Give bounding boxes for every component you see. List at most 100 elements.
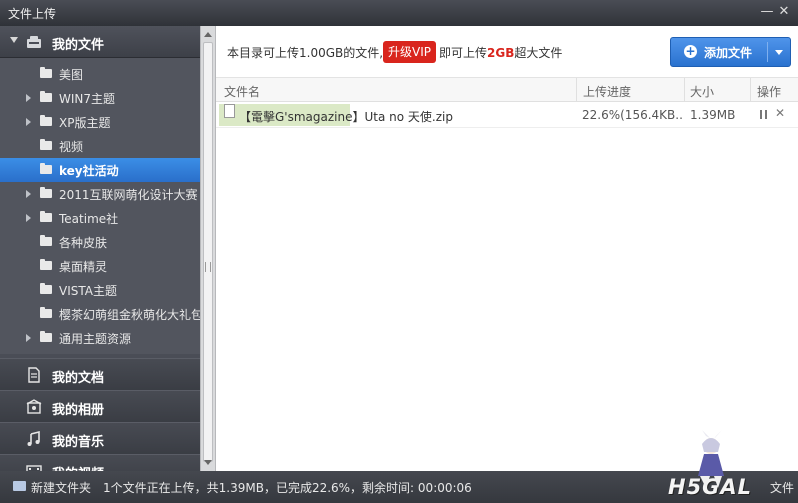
folder-icon	[40, 331, 52, 342]
table-row[interactable]: 【電擊G'smagazine】Uta no 天使.zip 22.6%(156.4…	[216, 102, 798, 128]
quota-info-bar: 本目录可上传1.00GB的文件, 升级VIP 即可上传2GB超大文件 + 添加文…	[216, 26, 798, 78]
file-table-header: 文件名 上传进度 大小 操作	[216, 78, 798, 102]
sidebar-item-key-event[interactable]: key社活动	[0, 158, 200, 182]
sidebar-item-2011-contest[interactable]: 2011互联网萌化设计大赛	[0, 182, 200, 206]
expand-triangle-icon[interactable]	[26, 334, 31, 342]
close-button[interactable]: ✕	[775, 3, 793, 21]
folder-icon	[40, 283, 52, 294]
sidebar-item-general-theme[interactable]: 通用主题资源	[0, 326, 200, 350]
vip-benefit-text: 即可上传2GB超大文件	[439, 44, 562, 61]
sidebar-item-skins[interactable]: 各种皮肤	[0, 230, 200, 254]
minimize-button[interactable]: —	[758, 3, 776, 21]
anime-mascot-icon	[698, 430, 724, 488]
category-label: 我的视频	[52, 463, 104, 471]
upload-progress: 22.6%(156.4KB...	[582, 108, 682, 122]
folder-icon	[40, 91, 52, 102]
folder-label: key社活动	[59, 164, 119, 178]
folder-label: 2011互联网萌化设计大赛	[59, 188, 198, 202]
quota-text: 本目录可上传1.00GB的文件,	[227, 46, 384, 60]
sidebar-section-my-files[interactable]: 我的文件	[0, 26, 200, 58]
scroll-down-icon[interactable]	[204, 460, 212, 465]
grip-icon[interactable]	[205, 262, 211, 272]
expand-triangle-icon[interactable]	[26, 94, 31, 102]
vip-benefit-highlight: 2GB	[487, 46, 515, 60]
add-file-button[interactable]: + 添加文件	[670, 37, 791, 67]
sidebar-category-documents[interactable]: 我的文档	[0, 358, 200, 390]
file-name: 【電擊G'smagazine】Uta no 天使.zip	[239, 110, 453, 124]
folder-icon	[40, 163, 52, 174]
column-header-action: 操作	[757, 85, 782, 99]
window-title: 文件上传	[8, 7, 57, 21]
vip-benefit-suffix: 超大文件	[514, 46, 563, 60]
folder-icon	[40, 115, 52, 126]
pause-icon[interactable]	[760, 110, 767, 119]
folder-icon	[40, 139, 52, 150]
video-icon	[26, 465, 42, 471]
cancel-icon[interactable]: ✕	[775, 106, 787, 120]
folder-tree: 美图 WIN7主题 XP版主题 视频 key社活动 2011互联网萌化设计大赛	[0, 58, 200, 354]
expand-triangle-icon[interactable]	[26, 214, 31, 222]
expand-triangle-icon[interactable]	[26, 190, 31, 198]
scroll-up-icon[interactable]	[204, 32, 212, 37]
folder-icon	[40, 235, 52, 246]
status-bar: 新建文件夹 1个文件正在上传，共1.39MB，已完成22.6%，剩余时间: 00…	[0, 471, 798, 503]
sidebar-category-videos[interactable]: 我的视频	[0, 454, 200, 471]
folder-label: Teatime社	[59, 212, 119, 226]
folder-label: 樱茶幻萌组金秋萌化大礼包	[59, 308, 200, 322]
folder-icon	[40, 307, 52, 318]
sidebar-item-teatime[interactable]: Teatime社	[0, 206, 200, 230]
sidebar-section-label: 我的文件	[52, 38, 105, 53]
sidebar-scrollbar[interactable]	[200, 26, 216, 471]
sidebar-category-albums[interactable]: 我的相册	[0, 390, 200, 422]
column-header-progress[interactable]: 上传进度	[583, 83, 631, 100]
folder-icon	[40, 67, 52, 78]
upload-status-text: 1个文件正在上传，共1.39MB，已完成22.6%，剩余时间: 00:00:06	[103, 481, 472, 495]
column-header-size[interactable]: 大小	[690, 83, 714, 100]
document-icon	[28, 367, 40, 383]
expand-arrow-icon[interactable]	[10, 37, 18, 43]
column-separator[interactable]	[576, 78, 577, 102]
folder-label: 各种皮肤	[59, 236, 108, 250]
new-folder-button[interactable]: 新建文件夹	[31, 479, 91, 496]
title-bar: 文件上传 — ✕	[0, 0, 798, 26]
sidebar-item-meitu[interactable]: 美图	[0, 62, 200, 86]
sidebar: 我的文件 美图 WIN7主题 XP版主题 视频 key社活动 2011互联网萌化…	[0, 26, 200, 471]
expand-triangle-icon[interactable]	[26, 118, 31, 126]
sidebar-item-desktop-sprites[interactable]: 桌面精灵	[0, 254, 200, 278]
file-size: 1.39MB	[690, 108, 736, 122]
photo-album-icon	[26, 399, 42, 414]
folder-label: 美图	[59, 68, 84, 82]
folder-label: 通用主题资源	[59, 332, 132, 346]
upgrade-vip-button[interactable]: 升级VIP	[383, 41, 436, 63]
sidebar-category-music[interactable]: 我的音乐	[0, 422, 200, 454]
sidebar-item-vista-theme[interactable]: VISTA主题	[0, 278, 200, 302]
status-tail-text: 文件	[770, 481, 795, 495]
folder-label: WIN7主题	[59, 92, 116, 106]
dropdown-caret-icon[interactable]	[775, 50, 783, 55]
column-header-name[interactable]: 文件名	[224, 83, 260, 100]
category-label: 我的音乐	[52, 435, 105, 450]
folder-label: VISTA主题	[59, 284, 117, 298]
plus-icon: +	[684, 44, 697, 58]
new-folder-icon[interactable]	[13, 481, 26, 491]
folder-label: 视频	[59, 140, 84, 154]
sidebar-item-win7-theme[interactable]: WIN7主题	[0, 86, 200, 110]
column-separator[interactable]	[684, 78, 685, 102]
cloud-drive-icon	[27, 36, 41, 48]
category-label: 我的文档	[52, 371, 105, 386]
file-icon	[224, 104, 235, 118]
button-divider	[767, 42, 768, 62]
folder-icon	[40, 211, 52, 222]
sidebar-item-xp-theme[interactable]: XP版主题	[0, 110, 200, 134]
scrollbar-thumb[interactable]	[203, 42, 213, 462]
vip-benefit-prefix: 即可上传	[439, 46, 488, 60]
folder-icon	[40, 259, 52, 270]
upload-panel: 本目录可上传1.00GB的文件, 升级VIP 即可上传2GB超大文件 + 添加文…	[216, 26, 798, 471]
sidebar-item-autumn-pack[interactable]: 樱茶幻萌组金秋萌化大礼包	[0, 302, 200, 326]
folder-label: 桌面精灵	[59, 260, 108, 274]
column-separator[interactable]	[750, 78, 751, 102]
music-note-icon	[27, 431, 40, 446]
folder-icon	[40, 187, 52, 198]
sidebar-item-video-folder[interactable]: 视频	[0, 134, 200, 158]
folder-label: XP版主题	[59, 116, 111, 130]
